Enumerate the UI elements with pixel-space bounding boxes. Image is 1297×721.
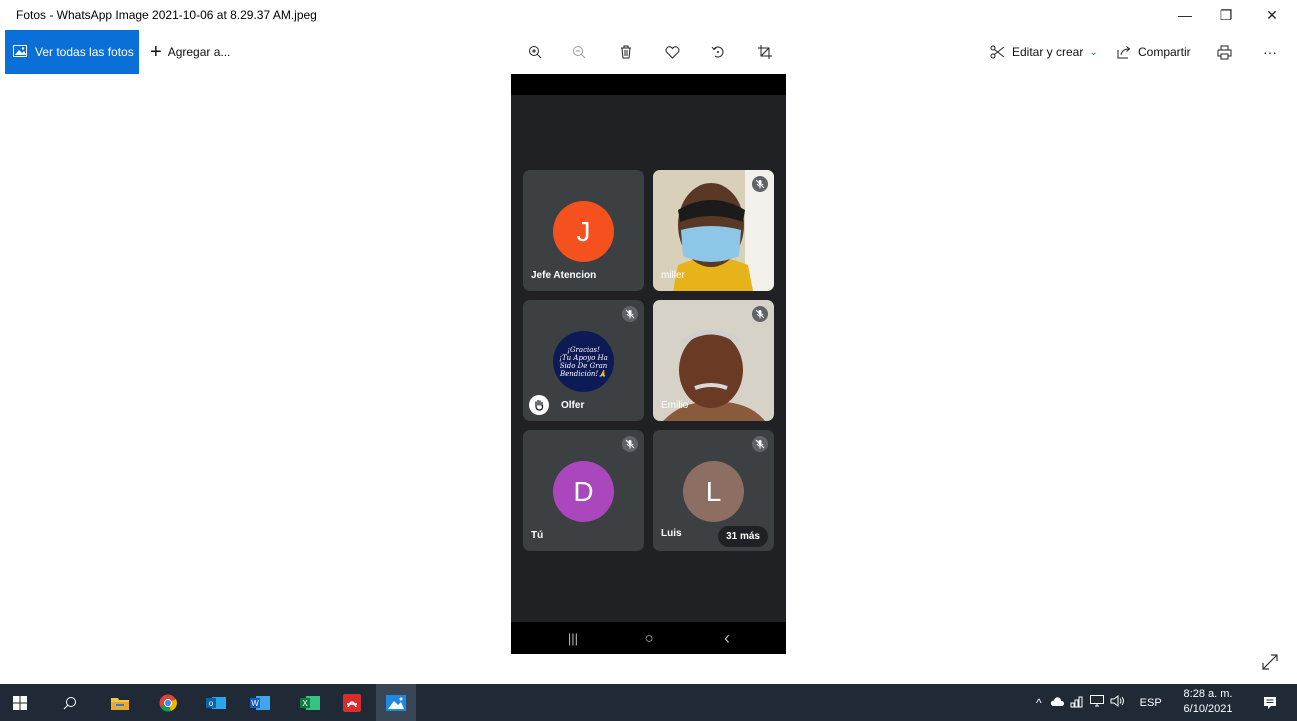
phone-nav-bar: ||| ○ ‹ bbox=[511, 622, 786, 654]
see-all-photos-label: Ver todas las fotos bbox=[35, 45, 134, 59]
share-label: Compartir bbox=[1138, 45, 1191, 59]
favorite-heart-icon[interactable] bbox=[657, 30, 687, 74]
home-icon: ○ bbox=[644, 629, 654, 647]
recent-apps-icon: ||| bbox=[567, 630, 579, 646]
clock-date: 6/10/2021 bbox=[1183, 703, 1233, 715]
display-icon[interactable] bbox=[1089, 695, 1104, 710]
acrobat-icon[interactable] bbox=[332, 684, 372, 721]
volume-icon[interactable] bbox=[1110, 695, 1126, 710]
chevron-down-icon: ⌄ bbox=[1089, 46, 1098, 58]
participant-tile: ¡Gracias! ¡Tu Apoyo Ha Sido De Gran Bend… bbox=[523, 300, 644, 421]
phone-status-bar bbox=[511, 74, 786, 95]
more-participants-badge: 31 más bbox=[718, 526, 768, 547]
clock-time: 8:28 a. m. bbox=[1183, 688, 1233, 700]
participant-name: Jefe Atencion bbox=[531, 270, 597, 281]
zoom-out-icon[interactable] bbox=[564, 30, 594, 74]
muted-mic-icon bbox=[622, 436, 638, 452]
avatar: J bbox=[553, 201, 614, 262]
participant-tile: D Tú bbox=[523, 430, 644, 551]
network-icon[interactable] bbox=[1070, 695, 1084, 711]
windows-start-icon[interactable] bbox=[0, 684, 40, 721]
plus-icon: + bbox=[150, 40, 162, 63]
restore-button[interactable]: ❐ bbox=[1203, 0, 1249, 30]
participant-name: Luis bbox=[661, 528, 682, 539]
chrome-icon[interactable] bbox=[148, 684, 188, 721]
see-all-photos-button[interactable]: Ver todas las fotos bbox=[5, 30, 139, 74]
edit-create-button[interactable]: Editar y crear ⌄ bbox=[990, 30, 1098, 74]
expand-icon[interactable] bbox=[1260, 652, 1280, 672]
muted-mic-icon bbox=[622, 306, 638, 322]
minimize-button[interactable]: — bbox=[1162, 0, 1208, 30]
zoom-in-icon[interactable] bbox=[520, 30, 550, 74]
close-button[interactable]: ✕ bbox=[1249, 0, 1295, 30]
file-explorer-icon[interactable] bbox=[100, 684, 140, 721]
participant-name: Emilio bbox=[661, 400, 689, 411]
participant-name: Olfer bbox=[561, 400, 585, 411]
more-options-button[interactable]: ··· bbox=[1255, 30, 1285, 74]
window-title: Fotos - WhatsApp Image 2021-10-06 at 8.2… bbox=[16, 8, 317, 22]
participant-name: Tú bbox=[531, 530, 544, 541]
participant-tile: Emilio bbox=[653, 300, 774, 421]
crop-icon[interactable] bbox=[750, 30, 780, 74]
share-button[interactable]: Compartir bbox=[1117, 30, 1191, 74]
excel-icon[interactable]: X bbox=[290, 684, 330, 721]
outlook-icon[interactable]: o bbox=[196, 684, 236, 721]
muted-mic-icon bbox=[752, 306, 768, 322]
avatar: L bbox=[683, 461, 744, 522]
share-icon bbox=[1117, 46, 1131, 59]
participant-tile: miller bbox=[653, 170, 774, 291]
title-bar: Fotos - WhatsApp Image 2021-10-06 at 8.2… bbox=[0, 0, 1297, 30]
back-icon: ‹ bbox=[724, 627, 730, 648]
svg-text:W: W bbox=[251, 699, 259, 708]
word-icon[interactable]: W bbox=[240, 684, 280, 721]
input-language[interactable]: ESP bbox=[1140, 697, 1162, 709]
raised-hand-icon bbox=[529, 395, 549, 415]
add-to-button[interactable]: + Agregar a... bbox=[150, 30, 230, 74]
search-icon[interactable] bbox=[50, 684, 90, 721]
avatar: D bbox=[553, 461, 614, 522]
avatar-image-text: ¡Gracias! ¡Tu Apoyo Ha Sido De Gran Bend… bbox=[553, 331, 614, 392]
chevron-up-icon[interactable]: ^ bbox=[1036, 696, 1042, 710]
photos-toolbar: Ver todas las fotos + Agregar a... Edita… bbox=[0, 30, 1297, 74]
muted-mic-icon bbox=[752, 176, 768, 192]
scissors-icon bbox=[990, 45, 1005, 59]
svg-text:o: o bbox=[209, 699, 214, 708]
system-tray: ^ ESP bbox=[1036, 684, 1162, 721]
edit-create-label: Editar y crear bbox=[1012, 45, 1084, 59]
clock[interactable]: 8:28 a. m. 6/10/2021 bbox=[1178, 687, 1238, 717]
participant-name: miller bbox=[661, 270, 685, 281]
photos-app-icon[interactable] bbox=[376, 684, 416, 721]
displayed-image: J Jefe Atencion miller ¡Gracias! ¡Tu Apo… bbox=[511, 74, 786, 654]
onedrive-cloud-icon[interactable] bbox=[1050, 696, 1064, 709]
taskbar: o W X ^ ESP 8:28 a. m. 6/10/2021 bbox=[0, 684, 1297, 721]
participant-tile: J Jefe Atencion bbox=[523, 170, 644, 291]
participant-tile: L Luis 31 más bbox=[653, 430, 774, 551]
notifications-icon[interactable] bbox=[1250, 684, 1290, 721]
svg-text:X: X bbox=[302, 699, 308, 708]
delete-icon[interactable] bbox=[611, 30, 641, 74]
muted-mic-icon bbox=[752, 436, 768, 452]
add-to-label: Agregar a... bbox=[167, 45, 231, 59]
print-icon[interactable] bbox=[1209, 30, 1239, 74]
photo-icon bbox=[13, 44, 27, 60]
rotate-icon[interactable] bbox=[703, 30, 733, 74]
